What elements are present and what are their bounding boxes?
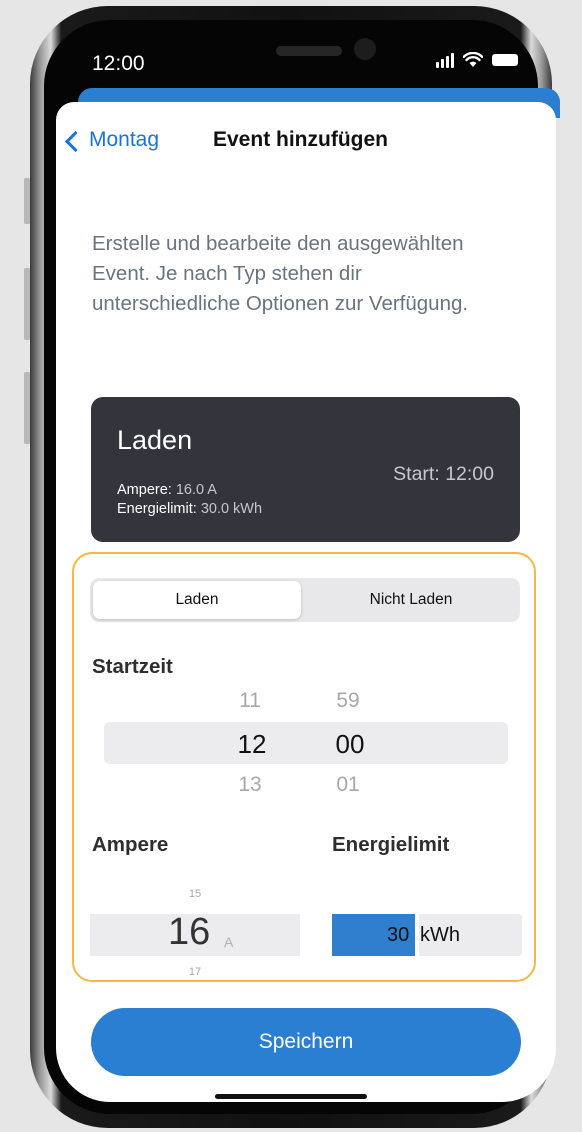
time-picker-selection <box>104 722 508 764</box>
energy-label: Energielimit: <box>117 501 197 517</box>
back-button[interactable]: Montag <box>62 128 159 152</box>
ampere-section-label: Ampere <box>92 833 169 856</box>
signal-icon <box>436 52 454 68</box>
ampere-current[interactable]: 16 <box>168 911 210 954</box>
segment-nicht-laden[interactable]: Nicht Laden <box>305 591 517 609</box>
page-title: Event hinzufügen <box>213 128 388 151</box>
energielimit-label: Energielimit <box>332 833 450 856</box>
event-ampere-row: Ampere: 16.0 A <box>117 482 217 498</box>
ampere-next[interactable]: 17 <box>180 966 210 978</box>
status-time: 12:00 <box>92 52 145 75</box>
event-title: Laden <box>117 425 193 455</box>
status-icons <box>436 52 518 68</box>
chevron-left-icon <box>64 130 87 152</box>
segment-laden[interactable]: Laden <box>93 591 301 609</box>
ampere-prev[interactable]: 15 <box>180 888 210 900</box>
volume-up-button <box>24 268 30 340</box>
home-indicator[interactable] <box>215 1094 367 1099</box>
energielimit-unit: kWh <box>420 924 460 946</box>
hour-next[interactable]: 13 <box>220 773 280 797</box>
energielimit-slider-thumb[interactable] <box>415 912 419 958</box>
speaker-grille <box>276 46 342 56</box>
hour-prev[interactable]: 11 <box>220 689 280 713</box>
ampere-unit: A <box>224 934 234 950</box>
ampere-label: Ampere: <box>117 482 172 498</box>
start-value: 12:00 <box>445 463 494 485</box>
save-button[interactable]: Speichern <box>91 1008 521 1076</box>
battery-icon <box>492 54 518 66</box>
description-text: Erstelle und bearbeite den ausgewählten … <box>92 232 469 315</box>
startzeit-label: Startzeit <box>92 655 173 678</box>
event-card[interactable]: Laden Start: 12:00 Ampere: 16.0 A Energi… <box>91 397 520 542</box>
minute-prev[interactable]: 59 <box>318 689 378 713</box>
wifi-icon <box>463 52 483 67</box>
start-label: Start: <box>393 463 440 485</box>
ampere-value: 16.0 A <box>175 482 217 498</box>
minute-next[interactable]: 01 <box>318 773 378 797</box>
camera-icon <box>354 38 376 60</box>
event-start: Start: 12:00 <box>393 463 494 486</box>
energy-value: 30.0 kWh <box>200 501 263 517</box>
minute-current[interactable]: 00 <box>320 729 380 760</box>
hour-current[interactable]: 12 <box>222 729 282 760</box>
back-label: Montag <box>89 128 160 151</box>
event-energy-row: Energielimit: 30.0 kWh <box>117 501 262 517</box>
volume-down-button <box>24 372 30 444</box>
energielimit-value: 30 <box>387 924 410 946</box>
mute-switch <box>24 178 30 224</box>
